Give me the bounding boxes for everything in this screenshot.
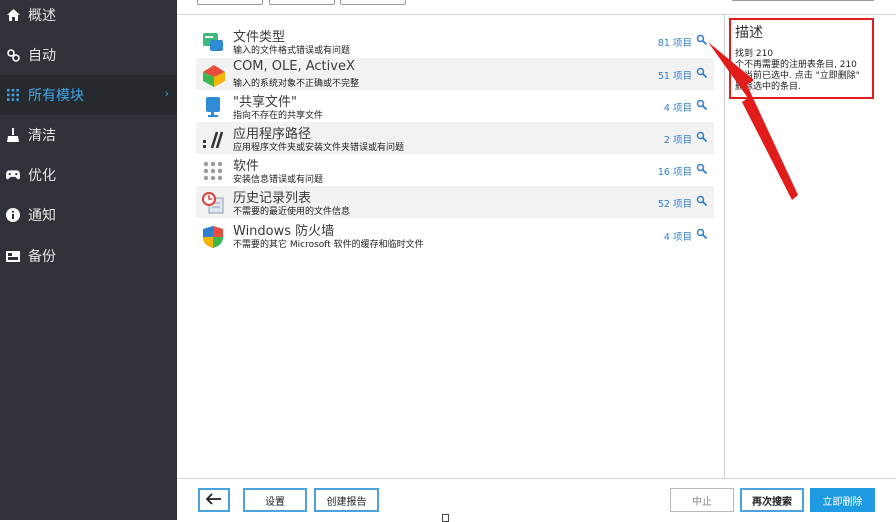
- sidebar-item-backup[interactable]: 备份: [0, 236, 177, 276]
- sidebar-item-label: 优化: [28, 168, 56, 184]
- item-description: 输入的文件格式错误或有问题: [233, 46, 351, 56]
- create-report-button[interactable]: 创建报告: [314, 488, 379, 512]
- app-paths-icon: [202, 128, 224, 150]
- sidebar-item-clean[interactable]: 清洁: [0, 115, 177, 155]
- file-types-icon: [202, 31, 224, 53]
- list-item[interactable]: 应用程序路径 应用程序文件夹或安装文件夹错误或有问题 2 项目: [196, 122, 714, 154]
- delete-now-button[interactable]: 立即删除: [810, 488, 875, 512]
- item-title: COM, OLE, ActiveX: [233, 59, 355, 74]
- item-count-link[interactable]: 52 项目: [658, 196, 692, 210]
- sidebar-item-label: 通知: [28, 208, 56, 224]
- arrow-left-icon: [205, 492, 222, 508]
- back-button[interactable]: [198, 488, 230, 512]
- backup-icon: [6, 249, 20, 263]
- rescan-button[interactable]: 再次搜索: [740, 488, 804, 512]
- item-description: 不需要的其它 Microsoft 软件的缓存和临时文件: [233, 240, 424, 250]
- item-description: 不需要的最近使用的文件信息: [233, 207, 351, 217]
- item-count-link[interactable]: 4 项目: [664, 100, 692, 114]
- com-ole-icon: [202, 64, 225, 87]
- sidebar-item-notify[interactable]: 通知: [0, 195, 177, 235]
- automation-icon: [6, 48, 20, 62]
- sidebar-item-label: 所有模块: [28, 88, 84, 104]
- mouse-cursor: [442, 514, 449, 522]
- sidebar-item-label: 备份: [28, 249, 56, 265]
- item-description: 输入的系统对象不正确或不完整: [233, 79, 360, 89]
- software-icon: [202, 160, 224, 182]
- toolbar-button[interactable]: [269, 0, 335, 5]
- description-title: 描述: [735, 25, 763, 41]
- toolbar-button[interactable]: [340, 0, 406, 5]
- list-item[interactable]: 软件 安装信息错误或有问题 16 项目: [196, 154, 714, 186]
- item-description: 安装信息错误或有问题: [233, 175, 324, 185]
- search-input[interactable]: [732, 0, 874, 1]
- list-item[interactable]: Windows 防火墙 不需要的其它 Microsoft 软件的缓存和临时文件 …: [196, 219, 714, 251]
- home-icon: [6, 8, 20, 22]
- sidebar-item-all-modules[interactable]: 所有模块 ›: [0, 75, 177, 115]
- item-description: 指向不存在的共享文件: [233, 111, 324, 121]
- sidebar-item-label: 清洁: [28, 128, 56, 144]
- item-count-link[interactable]: 16 项目: [658, 164, 692, 178]
- list-item[interactable]: 文件类型 输入的文件格式错误或有问题 81 项目: [196, 25, 714, 57]
- broom-icon: [6, 128, 20, 142]
- sidebar-item-label: 概述: [28, 8, 56, 24]
- grid-icon: [6, 88, 20, 102]
- item-count-link[interactable]: 51 项目: [658, 68, 692, 82]
- list-item[interactable]: 历史记录列表 不需要的最近使用的文件信息 52 项目: [196, 186, 714, 218]
- sidebar: 概述 自动 所有模块 › 清洁 优化 通知 备份: [0, 0, 177, 520]
- gamepad-icon: [6, 168, 20, 182]
- search-icon[interactable]: [696, 228, 708, 240]
- stop-button[interactable]: 中止: [670, 488, 734, 512]
- settings-button[interactable]: 设置: [243, 488, 307, 512]
- list-item[interactable]: "共享文件" 指向不存在的共享文件 4 项目: [196, 90, 714, 122]
- sidebar-item-optimize[interactable]: 优化: [0, 155, 177, 195]
- item-count-link[interactable]: 4 项目: [664, 229, 692, 243]
- item-count-link[interactable]: 2 项目: [664, 132, 692, 146]
- shared-files-icon: [202, 96, 224, 118]
- info-icon: [6, 208, 20, 222]
- toolbar-button[interactable]: [197, 0, 263, 5]
- firewall-shield-icon: [202, 225, 224, 248]
- footer-divider: [177, 478, 896, 479]
- sidebar-item-label: 自动: [28, 48, 56, 64]
- annotation-arrow: [708, 42, 798, 200]
- sidebar-item-overview[interactable]: 概述: [0, 0, 177, 35]
- chevron-right-icon: ›: [164, 87, 169, 100]
- list-item[interactable]: COM, OLE, ActiveX 输入的系统对象不正确或不完整 51 项目: [196, 58, 714, 90]
- history-list-icon: [202, 192, 224, 214]
- sidebar-item-auto[interactable]: 自动: [0, 35, 177, 75]
- item-count-link[interactable]: 81 项目: [658, 35, 692, 49]
- item-description: 应用程序文件夹或安装文件夹错误或有问题: [233, 143, 405, 153]
